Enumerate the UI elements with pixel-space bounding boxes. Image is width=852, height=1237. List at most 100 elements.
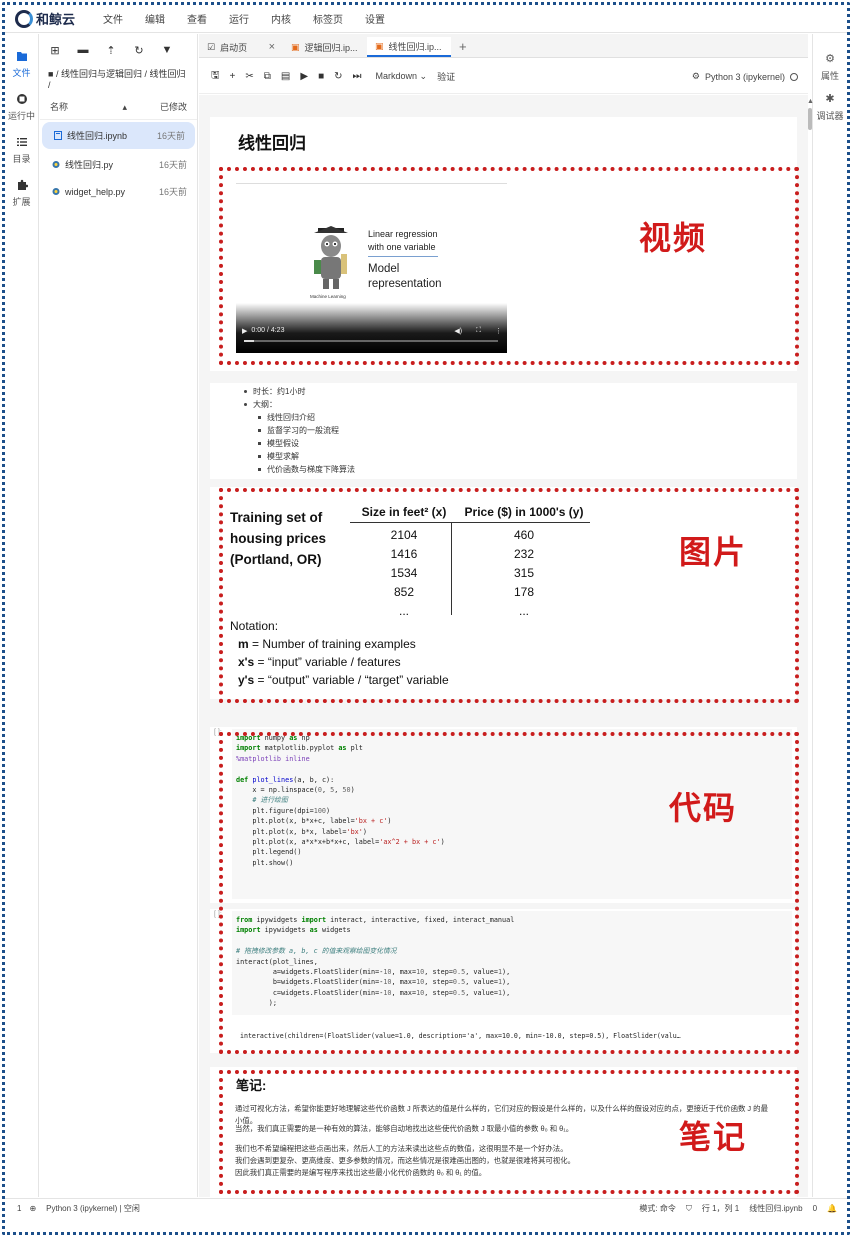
folder-icon bbox=[16, 52, 27, 61]
toc-icon bbox=[16, 138, 27, 146]
bell-icon[interactable]: 🔔 bbox=[827, 1204, 837, 1213]
tab-launcher[interactable]: ☑ 启动页 × bbox=[199, 37, 283, 57]
run-all-icon[interactable]: ⏭ bbox=[353, 71, 362, 82]
activity-running[interactable]: 运行中 bbox=[5, 93, 38, 122]
notebook-icon: ▣ bbox=[291, 41, 300, 52]
run-icon[interactable]: ▶ bbox=[300, 71, 308, 82]
insert-cell-icon[interactable]: + bbox=[230, 71, 236, 82]
python-file-icon bbox=[52, 161, 60, 168]
file-time: 16天前 bbox=[156, 131, 185, 141]
scroll-up-icon[interactable]: ▲ bbox=[807, 98, 814, 105]
right-debugger-label: 调试器 bbox=[816, 111, 844, 121]
cell-type-select[interactable]: Markdown ⌄ bbox=[376, 71, 428, 82]
tab-linear[interactable]: ▣ 线性回归.ip... bbox=[367, 37, 451, 57]
file-time: 16天前 bbox=[158, 187, 187, 197]
sort-icon: ▴ bbox=[122, 102, 128, 112]
file-item[interactable]: 线性回归.ipynb 16天前 bbox=[42, 122, 195, 149]
tab-label: 逻辑回归.ip... bbox=[304, 42, 358, 53]
scrollbar-thumb[interactable] bbox=[808, 108, 812, 130]
breadcrumb[interactable]: ■ / 线性回归与逻辑回归 / 线性回归 / bbox=[40, 63, 197, 94]
puzzle-icon bbox=[17, 179, 28, 190]
column-name[interactable]: 名称 ▴ bbox=[50, 100, 127, 113]
upload-icon[interactable]: ⇡ bbox=[104, 44, 118, 57]
file-item[interactable]: widget_help.py 16天前 bbox=[40, 178, 197, 205]
annotation-label-image: 图片 bbox=[679, 533, 748, 571]
right-debugger[interactable]: ✱ 调试器 bbox=[813, 92, 847, 122]
annotation-label-video: 视频 bbox=[639, 219, 708, 257]
kernel-name: Python 3 (ipykernel) bbox=[704, 71, 785, 82]
new-folder-icon[interactable]: ▬ bbox=[76, 44, 90, 57]
right-sidebar: ⚙ 属性 ✱ 调试器 bbox=[812, 34, 847, 1197]
menu-tabs[interactable]: 标签页 bbox=[313, 11, 343, 26]
annotation-box-video bbox=[219, 167, 799, 365]
logo-text: 和鲸云 bbox=[36, 12, 76, 27]
menu-run[interactable]: 运行 bbox=[229, 11, 249, 26]
menu-view[interactable]: 查看 bbox=[187, 11, 207, 26]
status-file: 线性回归.ipynb bbox=[749, 1204, 803, 1213]
chevron-down-icon: ⌄ bbox=[419, 71, 428, 81]
scrollbar[interactable]: ▲ bbox=[807, 96, 814, 1196]
debugger-icon: ✱ bbox=[825, 93, 835, 105]
list-item: 代价函数与梯度下降算法 bbox=[244, 463, 355, 476]
kernel-indicator[interactable]: ⚙ Python 3 (ipykernel) bbox=[692, 71, 798, 82]
annotation-label-code: 代码 bbox=[669, 789, 738, 827]
activity-toc[interactable]: 目录 bbox=[5, 136, 38, 165]
notebook-area: 线性回归 Machine Learning Linear regression w… bbox=[199, 95, 808, 1197]
refresh-icon[interactable]: ↻ bbox=[132, 44, 146, 57]
markdown-cell-outline[interactable]: 时长：约1小时 大纲： 线性回归介绍 监督学习的一般流程 模型假设 模型求解 代… bbox=[210, 383, 797, 479]
tab-bar: ☑ 启动页 × ▣ 逻辑回归.ip... ▣ 线性回归.ip... + bbox=[199, 34, 808, 58]
status-position[interactable]: 行 1，列 1 bbox=[702, 1203, 739, 1214]
file-name: 线性回归.py bbox=[65, 160, 114, 170]
filter-icon[interactable]: ▼ bbox=[160, 44, 174, 57]
copy-icon[interactable]: ⧉ bbox=[264, 71, 271, 82]
menu-edit[interactable]: 编辑 bbox=[145, 11, 165, 26]
menu-kernel[interactable]: 内核 bbox=[271, 11, 291, 26]
activity-extensions[interactable]: 扩展 bbox=[5, 179, 38, 208]
stop-icon[interactable]: ■ bbox=[318, 71, 324, 82]
list-item: 大纲： bbox=[244, 398, 355, 411]
notebook-icon bbox=[54, 131, 62, 140]
app-logo: 和鲸云 bbox=[15, 9, 75, 28]
logo-icon bbox=[15, 9, 33, 28]
cut-icon[interactable]: ✂ bbox=[245, 71, 253, 82]
shield-icon: ⛉ bbox=[685, 1203, 692, 1213]
activity-bar: 文件 运行中 目录 扩展 bbox=[5, 34, 39, 1197]
tab-label: 线性回归.ip... bbox=[388, 41, 442, 52]
properties-icon: ⚙ bbox=[825, 53, 835, 65]
annotation-box-image bbox=[219, 488, 799, 703]
menu-file[interactable]: 文件 bbox=[103, 11, 123, 26]
file-name: 线性回归.ipynb bbox=[67, 131, 128, 141]
annotation-label-notes: 笔记 bbox=[679, 1118, 748, 1156]
file-browser: ⊞ ▬ ⇡ ↻ ▼ ■ / 线性回归与逻辑回归 / 线性回归 / 名称 ▴ 已修… bbox=[40, 34, 198, 1197]
activity-files-label: 文件 bbox=[12, 68, 31, 78]
tab-logistic[interactable]: ▣ 逻辑回归.ip... bbox=[283, 37, 367, 57]
file-list-header: 名称 ▴ 已修改 bbox=[40, 94, 197, 120]
launcher-icon: ☑ bbox=[207, 41, 216, 52]
status-bar: 1 ⊕ Python 3 (ipykernel) | 空闲 模式: 命令 ⛉ 行… bbox=[5, 1198, 847, 1218]
status-notifications: 0 bbox=[812, 1204, 818, 1213]
menu-bar: 和鲸云 文件 编辑 查看 运行 内核 标签页 设置 bbox=[5, 5, 847, 33]
activity-toc-label: 目录 bbox=[12, 154, 31, 164]
restart-icon[interactable]: ↻ bbox=[334, 71, 342, 82]
python-file-icon bbox=[52, 188, 60, 195]
annotation-box-code bbox=[219, 732, 799, 1054]
save-icon[interactable]: 🖫 bbox=[211, 68, 220, 85]
list-item: 监督学习的一般流程 bbox=[244, 424, 355, 437]
file-item[interactable]: 线性回归.py 16天前 bbox=[40, 151, 197, 178]
status-kernel[interactable]: Python 3 (ipykernel) | 空闲 bbox=[46, 1203, 140, 1214]
menu-settings[interactable]: 设置 bbox=[365, 11, 385, 26]
column-modified[interactable]: 已修改 bbox=[160, 100, 187, 113]
close-icon[interactable]: × bbox=[269, 41, 275, 53]
gear-icon: ⚙ bbox=[691, 71, 700, 81]
kernel-status-icon bbox=[790, 72, 798, 81]
new-launcher-icon[interactable]: ⊞ bbox=[48, 44, 62, 57]
kernel-status-icon: ⊕ bbox=[29, 1204, 37, 1213]
paste-icon[interactable]: ▤ bbox=[281, 71, 290, 82]
right-properties[interactable]: ⚙ 属性 bbox=[813, 52, 847, 82]
file-time: 16天前 bbox=[158, 160, 187, 170]
running-icon bbox=[16, 94, 27, 104]
add-tab-button[interactable]: + bbox=[451, 39, 475, 57]
file-name: widget_help.py bbox=[65, 186, 126, 197]
activity-files[interactable]: 文件 bbox=[5, 50, 38, 79]
validate-button[interactable]: 验证 bbox=[437, 70, 455, 83]
